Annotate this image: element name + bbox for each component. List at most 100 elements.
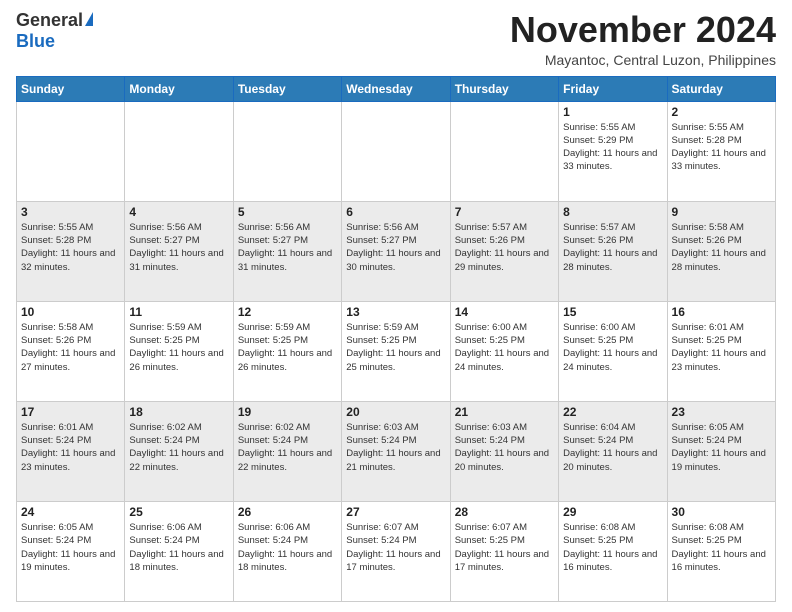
day-number: 7 — [455, 205, 554, 219]
day-info: Sunrise: 6:03 AMSunset: 5:24 PMDaylight:… — [455, 421, 554, 474]
day-info: Sunrise: 5:57 AMSunset: 5:26 PMDaylight:… — [455, 221, 554, 274]
calendar-cell: 21 Sunrise: 6:03 AMSunset: 5:24 PMDayligh… — [450, 401, 558, 501]
weekday-header-row: SundayMondayTuesdayWednesdayThursdayFrid… — [17, 76, 776, 101]
day-number: 24 — [21, 505, 120, 519]
day-info: Sunrise: 6:06 AMSunset: 5:24 PMDaylight:… — [238, 521, 337, 574]
calendar-cell: 24 Sunrise: 6:05 AMSunset: 5:24 PMDayligh… — [17, 501, 125, 601]
day-number: 3 — [21, 205, 120, 219]
day-number: 20 — [346, 405, 445, 419]
week-row-2: 3 Sunrise: 5:55 AMSunset: 5:28 PMDaylight… — [17, 201, 776, 301]
calendar-cell: 27 Sunrise: 6:07 AMSunset: 5:24 PMDayligh… — [342, 501, 450, 601]
day-number: 30 — [672, 505, 771, 519]
logo-general-text: General — [16, 10, 83, 31]
calendar-cell: 19Sunrise: 6:02 AMSunset: 5:24 PMDayligh… — [233, 401, 341, 501]
day-info: Sunrise: 5:59 AMSunset: 5:25 PMDaylight:… — [129, 321, 228, 374]
day-info: Sunrise: 6:05 AMSunset: 5:24 PMDaylight:… — [672, 421, 771, 474]
day-info: Sunrise: 6:00 AMSunset: 5:25 PMDaylight:… — [563, 321, 662, 374]
day-info: Sunrise: 6:05 AMSunset: 5:24 PMDaylight:… — [21, 521, 120, 574]
day-number: 27 — [346, 505, 445, 519]
header: General Blue November 2024 Mayantoc, Cen… — [16, 10, 776, 68]
day-number: 25 — [129, 505, 228, 519]
day-number: 5 — [238, 205, 337, 219]
calendar-cell: 14 Sunrise: 6:00 AMSunset: 5:25 PMDayligh… — [450, 301, 558, 401]
day-number: 23 — [672, 405, 771, 419]
calendar-cell: 4 Sunrise: 5:56 AMSunset: 5:27 PMDaylight… — [125, 201, 233, 301]
day-info: Sunrise: 5:56 AMSunset: 5:27 PMDaylight:… — [346, 221, 445, 274]
week-row-5: 24 Sunrise: 6:05 AMSunset: 5:24 PMDayligh… — [17, 501, 776, 601]
day-info: Sunrise: 6:07 AMSunset: 5:25 PMDaylight:… — [455, 521, 554, 574]
week-row-3: 10Sunrise: 5:58 AMSunset: 5:26 PMDayligh… — [17, 301, 776, 401]
calendar-cell: 23 Sunrise: 6:05 AMSunset: 5:24 PMDayligh… — [667, 401, 775, 501]
month-title: November 2024 — [510, 10, 776, 50]
weekday-header-wednesday: Wednesday — [342, 76, 450, 101]
day-info: Sunrise: 6:07 AMSunset: 5:24 PMDaylight:… — [346, 521, 445, 574]
calendar-cell — [233, 101, 341, 201]
day-info: Sunrise: 5:58 AMSunset: 5:26 PMDaylight:… — [21, 321, 120, 374]
day-number: 17 — [21, 405, 120, 419]
calendar-cell: 25 Sunrise: 6:06 AMSunset: 5:24 PMDayligh… — [125, 501, 233, 601]
day-number: 12 — [238, 305, 337, 319]
calendar-cell: 10Sunrise: 5:58 AMSunset: 5:26 PMDayligh… — [17, 301, 125, 401]
logo-triangle-icon — [85, 12, 93, 26]
day-number: 29 — [563, 505, 662, 519]
day-number: 15 — [563, 305, 662, 319]
calendar-cell: 26 Sunrise: 6:06 AMSunset: 5:24 PMDayligh… — [233, 501, 341, 601]
day-info: Sunrise: 5:59 AMSunset: 5:25 PMDaylight:… — [346, 321, 445, 374]
day-info: Sunrise: 6:08 AMSunset: 5:25 PMDaylight:… — [563, 521, 662, 574]
weekday-header-sunday: Sunday — [17, 76, 125, 101]
day-number: 9 — [672, 205, 771, 219]
day-info: Sunrise: 6:06 AMSunset: 5:24 PMDaylight:… — [129, 521, 228, 574]
calendar-cell — [342, 101, 450, 201]
page: General Blue November 2024 Mayantoc, Cen… — [0, 0, 792, 612]
calendar-table: SundayMondayTuesdayWednesdayThursdayFrid… — [16, 76, 776, 602]
day-info: Sunrise: 5:55 AMSunset: 5:29 PMDaylight:… — [563, 121, 662, 174]
title-section: November 2024 Mayantoc, Central Luzon, P… — [510, 10, 776, 68]
day-number: 14 — [455, 305, 554, 319]
weekday-header-tuesday: Tuesday — [233, 76, 341, 101]
day-info: Sunrise: 5:56 AMSunset: 5:27 PMDaylight:… — [129, 221, 228, 274]
calendar-cell: 3 Sunrise: 5:55 AMSunset: 5:28 PMDaylight… — [17, 201, 125, 301]
day-info: Sunrise: 6:01 AMSunset: 5:24 PMDaylight:… — [21, 421, 120, 474]
calendar-cell: 5 Sunrise: 5:56 AMSunset: 5:27 PMDaylight… — [233, 201, 341, 301]
calendar-cell: 22 Sunrise: 6:04 AMSunset: 5:24 PMDayligh… — [559, 401, 667, 501]
day-info: Sunrise: 5:55 AMSunset: 5:28 PMDaylight:… — [21, 221, 120, 274]
calendar-cell: 18Sunrise: 6:02 AMSunset: 5:24 PMDayligh… — [125, 401, 233, 501]
day-info: Sunrise: 6:02 AMSunset: 5:24 PMDaylight:… — [238, 421, 337, 474]
calendar-cell: 28Sunrise: 6:07 AMSunset: 5:25 PMDayligh… — [450, 501, 558, 601]
day-info: Sunrise: 6:04 AMSunset: 5:24 PMDaylight:… — [563, 421, 662, 474]
day-number: 13 — [346, 305, 445, 319]
location-title: Mayantoc, Central Luzon, Philippines — [510, 52, 776, 68]
day-info: Sunrise: 6:08 AMSunset: 5:25 PMDaylight:… — [672, 521, 771, 574]
logo-blue-text: Blue — [16, 31, 55, 52]
day-info: Sunrise: 6:00 AMSunset: 5:25 PMDaylight:… — [455, 321, 554, 374]
day-number: 4 — [129, 205, 228, 219]
day-info: Sunrise: 6:03 AMSunset: 5:24 PMDaylight:… — [346, 421, 445, 474]
calendar-cell: 20 Sunrise: 6:03 AMSunset: 5:24 PMDayligh… — [342, 401, 450, 501]
calendar-cell: 9 Sunrise: 5:58 AMSunset: 5:26 PMDaylight… — [667, 201, 775, 301]
day-number: 21 — [455, 405, 554, 419]
weekday-header-thursday: Thursday — [450, 76, 558, 101]
day-info: Sunrise: 5:58 AMSunset: 5:26 PMDaylight:… — [672, 221, 771, 274]
day-info: Sunrise: 5:55 AMSunset: 5:28 PMDaylight:… — [672, 121, 771, 174]
calendar-cell: 8 Sunrise: 5:57 AMSunset: 5:26 PMDaylight… — [559, 201, 667, 301]
day-number: 8 — [563, 205, 662, 219]
calendar-cell: 16Sunrise: 6:01 AMSunset: 5:25 PMDayligh… — [667, 301, 775, 401]
day-info: Sunrise: 5:57 AMSunset: 5:26 PMDaylight:… — [563, 221, 662, 274]
day-number: 2 — [672, 105, 771, 119]
calendar-cell: 29 Sunrise: 6:08 AMSunset: 5:25 PMDayligh… — [559, 501, 667, 601]
day-info: Sunrise: 5:56 AMSunset: 5:27 PMDaylight:… — [238, 221, 337, 274]
calendar-cell: 1 Sunrise: 5:55 AMSunset: 5:29 PMDaylight… — [559, 101, 667, 201]
weekday-header-saturday: Saturday — [667, 76, 775, 101]
calendar-cell: 30 Sunrise: 6:08 AMSunset: 5:25 PMDayligh… — [667, 501, 775, 601]
day-number: 26 — [238, 505, 337, 519]
calendar-cell — [450, 101, 558, 201]
calendar-cell: 12 Sunrise: 5:59 AMSunset: 5:25 PMDayligh… — [233, 301, 341, 401]
day-number: 1 — [563, 105, 662, 119]
weekday-header-monday: Monday — [125, 76, 233, 101]
calendar-cell: 17 Sunrise: 6:01 AMSunset: 5:24 PMDayligh… — [17, 401, 125, 501]
calendar-cell — [125, 101, 233, 201]
day-number: 22 — [563, 405, 662, 419]
day-info: Sunrise: 5:59 AMSunset: 5:25 PMDaylight:… — [238, 321, 337, 374]
weekday-header-friday: Friday — [559, 76, 667, 101]
day-number: 11 — [129, 305, 228, 319]
